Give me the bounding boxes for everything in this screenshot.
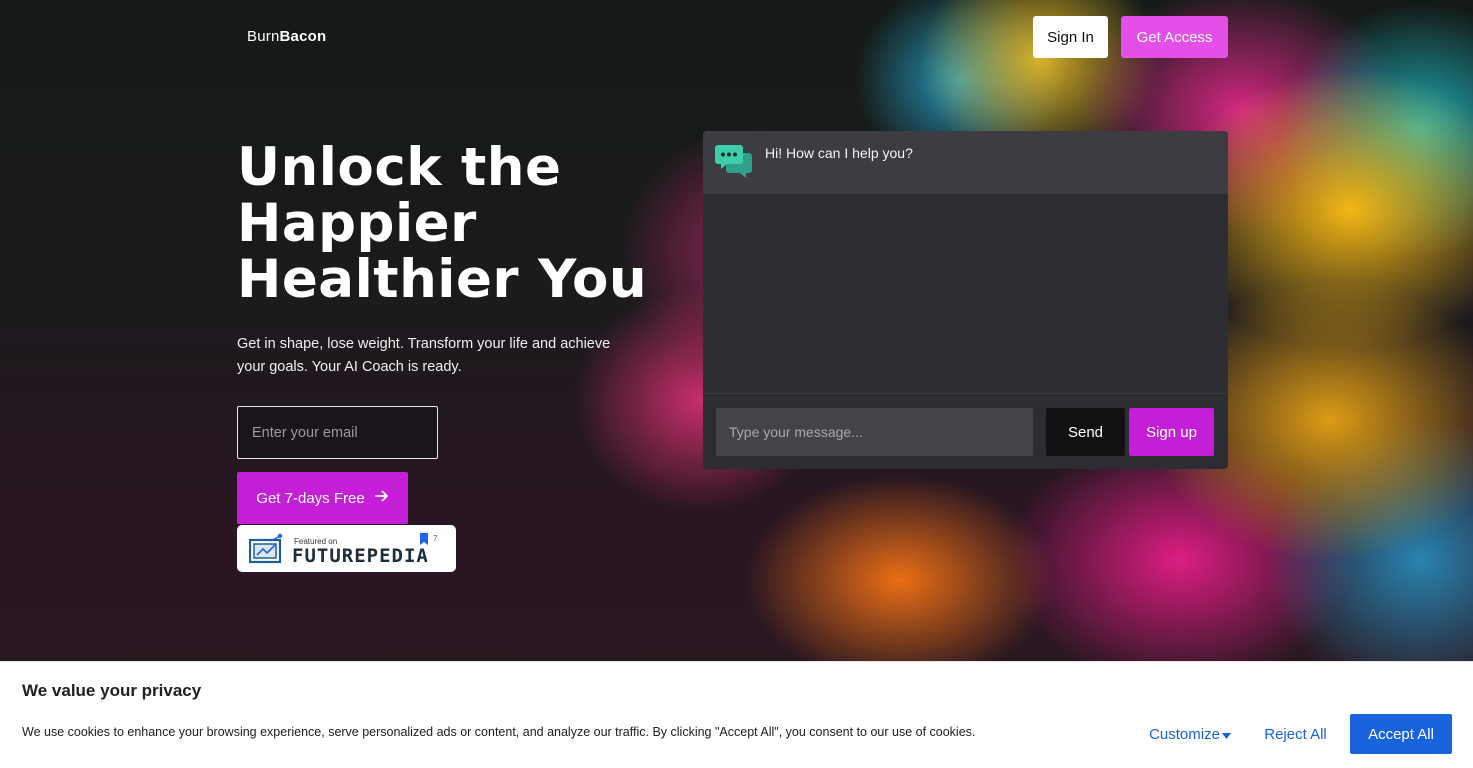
- get-free-trial-label: Get 7-days Free: [256, 489, 365, 507]
- hero-title-line: Healthier You: [237, 249, 648, 310]
- futurepedia-logo-icon: [248, 533, 285, 565]
- hero-subtitle: Get in shape, lose weight. Transform you…: [237, 336, 611, 375]
- chat-greeting: Hi! How can I help you?: [765, 145, 913, 161]
- customize-label: Customize: [1149, 725, 1220, 743]
- chat-header: Hi! How can I help you?: [703, 131, 1228, 194]
- badge-count: 7: [433, 534, 438, 543]
- customize-button[interactable]: Customize: [1140, 714, 1240, 754]
- badge-brand-text: FUTUREPEDIA: [292, 545, 429, 567]
- arrow-right-icon: [374, 489, 389, 507]
- sign-up-button[interactable]: Sign up: [1129, 408, 1214, 456]
- sign-in-button[interactable]: Sign In: [1033, 16, 1108, 58]
- chat-bubbles-icon: [715, 143, 753, 181]
- send-button[interactable]: Send: [1046, 408, 1125, 456]
- caret-down-icon: [1221, 726, 1231, 743]
- reject-all-button[interactable]: Reject All: [1249, 714, 1342, 754]
- get-access-button[interactable]: Get Access: [1121, 16, 1228, 58]
- get-free-trial-button[interactable]: Get 7-days Free: [237, 472, 408, 524]
- cookie-title: We value your privacy: [22, 681, 202, 700]
- chat-widget: Hi! How can I help you? Send Sign up: [703, 131, 1228, 469]
- hero-title-line: Unlock the: [237, 137, 562, 198]
- cookie-consent-banner: We value your privacy We use cookies to …: [0, 661, 1473, 768]
- hero-title: Unlock the Happier Healthier You: [237, 140, 657, 308]
- futurepedia-badge[interactable]: Featured on FUTUREPEDIA 7: [237, 525, 456, 572]
- logo[interactable]: BurnBacon: [247, 28, 326, 45]
- cookie-description: We use cookies to enhance your browsing …: [22, 725, 976, 739]
- bookmark-icon: [419, 532, 429, 546]
- logo-light-text: Burn: [247, 28, 280, 45]
- email-input[interactable]: [237, 406, 438, 459]
- accept-all-button[interactable]: Accept All: [1350, 714, 1452, 754]
- hero-title-line: Happier: [237, 193, 477, 254]
- landing-page: BurnBacon Sign In Get Access Unlock the …: [0, 0, 1473, 768]
- chat-message-input[interactable]: [716, 408, 1033, 456]
- logo-bold-text: Bacon: [279, 28, 327, 45]
- chat-messages-area[interactable]: [703, 194, 1228, 394]
